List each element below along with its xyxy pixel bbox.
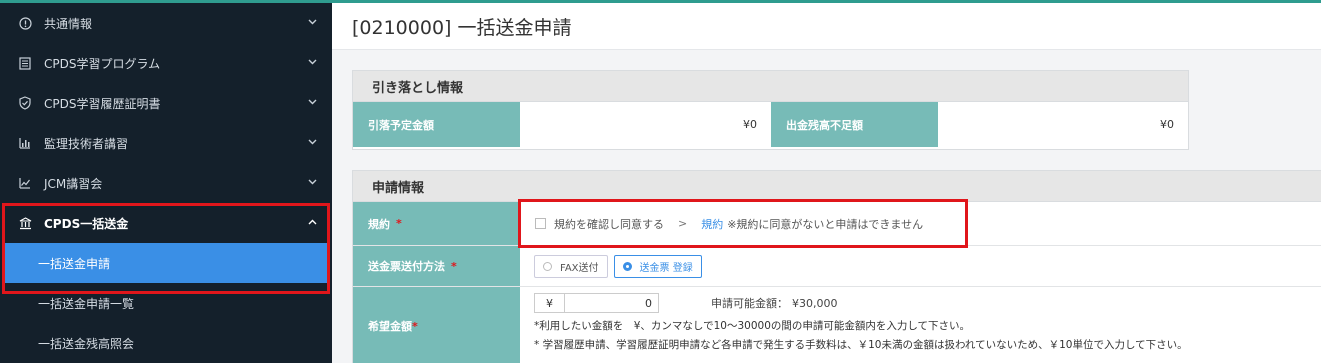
fax-radio-button[interactable]: FAX送付 — [534, 254, 608, 278]
sidebar-subitem-label: 一括送金申請 — [38, 256, 111, 271]
shield-check-icon — [18, 96, 32, 110]
required-mark: * — [396, 217, 402, 230]
amount-label: 希望金額 — [368, 320, 412, 333]
chevron-up-icon — [306, 216, 318, 228]
withdrawal-panel: 引き落とし情報 引落予定金額 ¥0 出金残高不足額 ¥0 — [352, 70, 1189, 150]
radio-selected-icon — [622, 261, 632, 271]
chevron-down-icon — [306, 176, 318, 188]
chevron-down-icon — [306, 16, 318, 28]
required-mark: * — [451, 259, 457, 273]
register-slip-option-label: 送金票 登録 — [639, 262, 693, 274]
sidebar-item-label: CPDS学習プログラム — [44, 56, 161, 71]
terms-agree-checkbox[interactable] — [535, 218, 546, 229]
chevron-down-icon — [306, 136, 318, 148]
send-method-row: 送金票送付方法 * FAX送付 送金票 登録 — [353, 246, 1321, 287]
sidebar-subitem-label: 一括送金申請一覧 — [38, 296, 135, 311]
required-mark: * — [412, 319, 418, 333]
yen-prefix: ¥ — [535, 294, 565, 312]
terms-arrow: > — [678, 217, 688, 230]
amount-input-value: 0 — [645, 296, 652, 310]
send-method-value-cell: FAX送付 送金票 登録 — [520, 246, 1321, 286]
line-chart-icon — [18, 176, 32, 190]
terms-note: ※規約に同意がないと申請はできません — [727, 217, 924, 231]
withdrawal-heading: 引き落とし情報 — [353, 71, 1188, 102]
terms-row: 規約 * 規約を確認し同意する > 規約 ※規約に同意がないと申請はできません — [353, 202, 1321, 246]
shortage-amount-label: 出金残高不足額 — [771, 102, 938, 147]
amount-value-cell: ¥ 0 申請可能金額： ¥30,000 *利用したい金額を ¥、カンマなしで10… — [520, 287, 1321, 363]
bank-icon — [18, 216, 32, 230]
sidebar-item-label: 監理技術者講習 — [44, 136, 129, 151]
sidebar-subitem-label: 一括送金残高照会 — [38, 336, 135, 351]
send-method-label-cell: 送金票送付方法 * — [353, 246, 520, 286]
main-content: [0210000] 一括送金申請 引き落とし情報 引落予定金額 ¥0 出金残高不… — [332, 3, 1321, 363]
sidebar-item-label: 共通情報 — [44, 16, 93, 31]
info-circle-icon — [18, 16, 32, 30]
amount-row: 希望金額 * ¥ 0 申請可能金額： ¥30,000 *利用したい金額を ¥、カ… — [353, 287, 1321, 363]
page-title: [0210000] 一括送金申請 — [332, 3, 1321, 50]
amount-note-2: * 学習履歴申請、学習履歴証明申請など各申請で発生する手数料は、￥10未満の金額… — [534, 339, 1188, 351]
sidebar-subitem-bulk-balance[interactable]: 一括送金残高照会 — [0, 323, 332, 363]
radio-unselected-icon — [543, 261, 552, 271]
fax-option-label: FAX送付 — [560, 262, 599, 274]
send-method-label: 送金票送付方法 — [368, 260, 445, 273]
application-panel: 申請情報 規約 * 規約を確認し同意する > 規約 ※規約に同意がないと申請はで… — [352, 170, 1321, 363]
shortage-amount-value: ¥0 — [938, 102, 1188, 147]
sidebar-subitem-bulk-apply[interactable]: 一括送金申請 — [4, 243, 328, 283]
terms-agree-text[interactable]: 規約を確認し同意する — [554, 216, 664, 232]
chevron-down-icon — [306, 56, 318, 68]
register-slip-radio-button[interactable]: 送金票 登録 — [613, 254, 702, 278]
sidebar-item-cpds-program[interactable]: CPDS学習プログラム — [0, 43, 332, 83]
amount-note-1: *利用したい金額を ¥、カンマなしで10～30000の間の申請可能金額内を入力し… — [534, 320, 971, 332]
sidebar-item-cpds-bulk-remittance[interactable]: CPDS一括送金 — [0, 203, 332, 243]
sidebar-item-common-info[interactable]: 共通情報 — [0, 3, 332, 43]
amount-input[interactable]: ¥ 0 — [534, 293, 659, 313]
terms-link[interactable]: 規約 — [701, 216, 723, 232]
chevron-down-icon — [306, 96, 318, 108]
sidebar-item-supervisor-course[interactable]: 監理技術者講習 — [0, 123, 332, 163]
sidebar-item-label: CPDS一括送金 — [44, 216, 129, 231]
scheduled-amount-value: ¥0 — [520, 102, 771, 147]
document-list-icon — [18, 56, 32, 70]
sidebar-item-cpds-certificate[interactable]: CPDS学習履歴証明書 — [0, 83, 332, 123]
available-amount-value: ¥30,000 — [792, 296, 838, 310]
application-heading: 申請情報 — [353, 171, 1321, 202]
terms-value-cell: 規約を確認し同意する > 規約 ※規約に同意がないと申請はできません — [520, 202, 1321, 245]
terms-label-cell: 規約 * — [353, 202, 520, 245]
scheduled-amount-label: 引落予定金額 — [353, 102, 520, 147]
sidebar-item-label: CPDS学習履歴証明書 — [44, 96, 161, 111]
available-amount-label: 申請可能金額： — [711, 297, 788, 310]
sidebar-item-label: JCM講習会 — [44, 176, 103, 191]
sidebar: 共通情報 CPDS学習プログラム CPDS学習履歴証明書 監理技術者講習 JCM… — [0, 3, 332, 363]
amount-label-cell: 希望金額 * — [353, 287, 520, 363]
terms-label: 規約 — [368, 217, 390, 231]
sidebar-subitem-bulk-apply-list[interactable]: 一括送金申請一覧 — [0, 283, 332, 323]
bar-chart-icon — [18, 136, 32, 150]
sidebar-item-jcm-seminar[interactable]: JCM講習会 — [0, 163, 332, 203]
